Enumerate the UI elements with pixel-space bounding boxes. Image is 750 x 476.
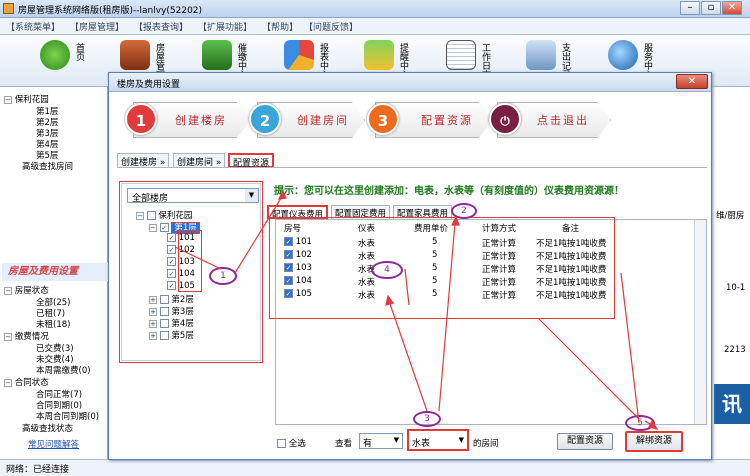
status-item[interactable]: 本周需缴费(0) (36, 364, 91, 376)
brand-badge: 讯 (714, 384, 750, 424)
faq-link[interactable]: 常见问题解答 (28, 438, 79, 450)
title-bar: 房屋管理系统网络版(租房版)--lanlvy(52202) – ▫ ✕ (0, 0, 750, 18)
partial-column-header: 维/厨房 (716, 211, 745, 221)
menu-system[interactable]: 【系统菜单】 (6, 20, 60, 33)
maximize-button[interactable]: ▫ (701, 1, 721, 15)
status-item[interactable]: 本周合同到期(0) (36, 410, 99, 422)
annotation-arrows (174, 189, 659, 430)
house-money-icon (202, 40, 232, 70)
menu-bar: 【系统菜单】 【房屋管理】 【报表查询】 【扩展功能】 【帮助】 【问题反馈】 (0, 18, 750, 35)
close-window-button[interactable]: ✕ (722, 1, 742, 15)
status-contract-header[interactable]: − 合同状态 (4, 376, 49, 388)
status-house-header[interactable]: − 房屋状态 (4, 284, 49, 296)
reminder-icon (364, 40, 394, 70)
fee-settings-banner[interactable]: 房屋及费用设置 (2, 263, 108, 281)
status-advanced-search[interactable]: 高级查找状态 (22, 422, 73, 434)
building-icon (120, 40, 150, 70)
home-icon (40, 40, 70, 70)
app-icon (3, 3, 14, 14)
menu-help[interactable]: 【帮助】 (262, 20, 298, 33)
minimize-button[interactable]: – (680, 1, 700, 15)
window-title: 房屋管理系统网络版(租房版)--lanlvy(52202) (18, 6, 203, 16)
left-tree-root[interactable]: − 保利花园 (4, 93, 49, 105)
status-item[interactable]: 未租(18) (36, 318, 70, 330)
status-bar: 网络：已经连接 (0, 459, 750, 476)
connection-status: 网络：已经连接 (6, 465, 70, 475)
menu-extensions[interactable]: 【扩展功能】 (198, 20, 252, 33)
settings-dialog: 楼房及费用设置 ✕ 1 创建楼房 2 创建房间 3 配置资源 ⏻ 点击退出 创建… (108, 72, 712, 460)
partial-cell: 2213 (724, 345, 746, 355)
chart-icon (284, 40, 314, 70)
menu-reports[interactable]: 【报表查询】 (134, 20, 188, 33)
left-advanced-search[interactable]: 高级查找房间 (22, 160, 73, 172)
status-payment-header[interactable]: − 缴费情况 (4, 330, 49, 342)
globe-icon (608, 40, 638, 70)
menu-feedback[interactable]: 【问题反馈】 (304, 20, 358, 33)
menu-house[interactable]: 【房屋管理】 (70, 20, 124, 33)
expense-icon (526, 40, 556, 70)
toolbar-home-button[interactable]: 首页 (34, 37, 92, 85)
partial-cell: 10-1 (726, 283, 746, 293)
notebook-icon (446, 40, 476, 70)
